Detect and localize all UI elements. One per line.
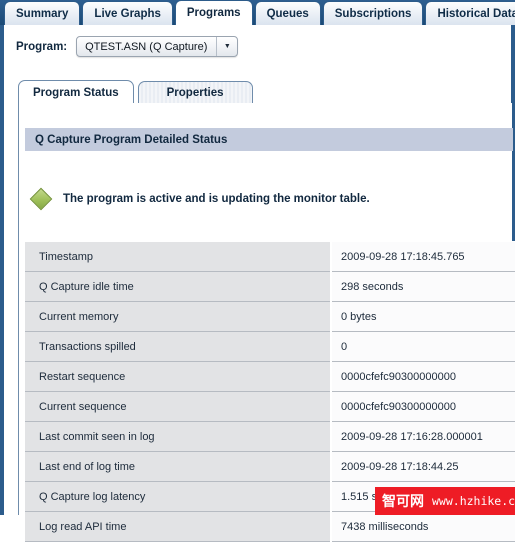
page-body: Program: QTEST.ASN (Q Capture) ▼ Program… — [0, 25, 515, 542]
row-label: Current sequence — [25, 391, 332, 422]
table-row: Log read API time 7438 milliseconds — [25, 511, 515, 542]
program-label: Program: — [16, 40, 68, 53]
table-row: Current sequence 0000cfefc90300000000 — [25, 391, 515, 422]
row-label: Last end of log time — [25, 451, 332, 482]
table-row: Last commit seen in log 2009-09-28 17:16… — [25, 421, 515, 452]
row-value: 7438 milliseconds — [331, 511, 515, 542]
row-label: Transactions spilled — [25, 331, 332, 362]
row-label: Log read API time — [25, 511, 332, 542]
row-value: 2009-09-28 17:18:45.765 — [331, 241, 515, 272]
table-row: Q Capture idle time 298 seconds — [25, 271, 515, 302]
inner-tab-program-status[interactable]: Program Status — [18, 80, 134, 104]
tab-historical-data[interactable]: Historical Data — [425, 1, 515, 25]
row-value: 0 bytes — [331, 301, 515, 332]
row-value: 298 seconds — [331, 271, 515, 302]
program-dropdown-value: QTEST.ASN (Q Capture) — [85, 40, 208, 53]
row-value: 0 — [331, 331, 515, 362]
row-value: 2009-09-28 17:16:28.000001 — [331, 421, 515, 452]
status-message-row: The program is active and is updating th… — [29, 187, 370, 211]
tab-live-graphs[interactable]: Live Graphs — [82, 1, 173, 25]
table-row: Transactions spilled 0 — [25, 331, 515, 362]
tab-programs[interactable]: Programs — [174, 0, 253, 25]
row-label: Q Capture log latency — [25, 481, 332, 512]
row-label: Q Capture idle time — [25, 271, 332, 302]
green-diamond-status-icon — [29, 187, 53, 211]
table-row: Current memory 0 bytes — [25, 301, 515, 332]
program-selector-row: Program: QTEST.ASN (Q Capture) ▼ — [16, 36, 239, 57]
watermark: 智可网 www.hzhike.com — [375, 487, 515, 515]
program-dropdown[interactable]: QTEST.ASN (Q Capture) ▼ — [76, 36, 239, 57]
table-row: Last end of log time 2009-09-28 17:18:44… — [25, 451, 515, 482]
inner-tab-properties[interactable]: Properties — [137, 81, 253, 104]
row-value: 0000cfefc90300000000 — [331, 391, 515, 422]
status-message-text: The program is active and is updating th… — [63, 193, 370, 205]
row-label: Timestamp — [25, 241, 332, 272]
watermark-url: www.hzhike.com — [432, 494, 515, 508]
tab-queues[interactable]: Queues — [254, 1, 321, 25]
row-label: Last commit seen in log — [25, 421, 332, 452]
row-value: 0000cfefc90300000000 — [331, 361, 515, 392]
row-label: Current memory — [25, 301, 332, 332]
panel-header-title: Q Capture Program Detailed Status — [35, 133, 228, 146]
watermark-brand: 智可网 — [382, 494, 424, 510]
tab-subscriptions[interactable]: Subscriptions — [322, 1, 424, 25]
panel-header: Q Capture Program Detailed Status — [25, 128, 513, 151]
row-value: 2009-09-28 17:18:44.25 — [331, 451, 515, 482]
inner-tab-bar: Program Status Properties — [18, 79, 512, 104]
chevron-down-icon: ▼ — [216, 37, 237, 56]
table-row: Restart sequence 0000cfefc90300000000 — [25, 361, 515, 392]
tab-summary[interactable]: Summary — [4, 1, 81, 25]
row-label: Restart sequence — [25, 361, 332, 392]
main-tab-bar: Summary Live Graphs Programs Queues Subs… — [0, 0, 515, 25]
table-row: Timestamp 2009-09-28 17:18:45.765 — [25, 241, 515, 272]
program-status-panel: Q Capture Program Detailed Status The pr… — [18, 103, 515, 542]
